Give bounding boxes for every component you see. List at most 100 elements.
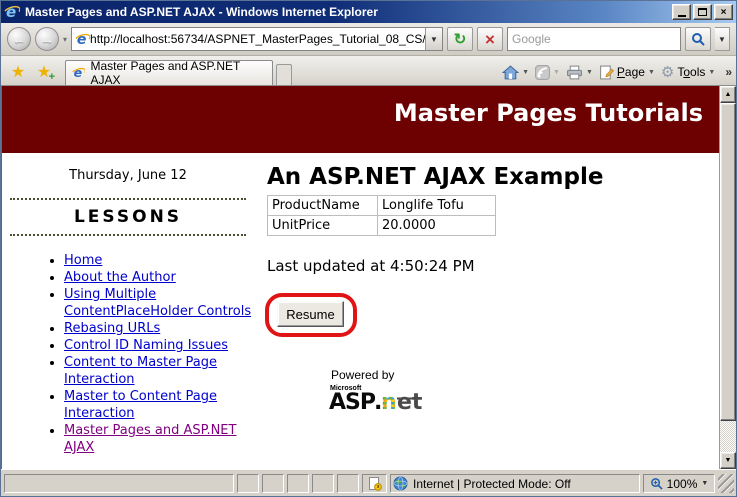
chevron-down-icon: ▼ [430,34,438,44]
more-buttons-icon[interactable]: » [725,65,732,79]
add-favorite-button[interactable]: ★ + [31,60,57,84]
history-dropdown-icon[interactable]: ▾ [63,35,67,44]
print-icon[interactable] [566,65,583,80]
list-item: Control ID Naming Issues [64,337,254,354]
scroll-down-button[interactable]: ▼ [720,452,736,469]
print-dropdown-icon[interactable]: ▼ [586,69,593,76]
sidebar-link-home[interactable]: Home [64,253,102,268]
powered-by-label: Powered by [331,368,395,382]
sidebar: Thursday, June 12 LESSONS Home About the… [2,153,254,469]
stop-button[interactable]: × [477,27,504,51]
zoom-dropdown-icon[interactable]: ▼ [701,480,708,487]
table-cell: Longlife Tofu [377,195,496,216]
sidebar-link-about-author[interactable]: About the Author [64,270,176,285]
security-zone-cell: Internet | Protected Mode: Off [390,474,640,493]
page-icon[interactable] [599,65,614,80]
favorites-center-button[interactable]: ★ [5,60,31,84]
search-options-dropdown[interactable]: ▼ [715,27,730,51]
scrollbar-track[interactable] [720,103,736,452]
page-menu-button[interactable]: Page [617,65,645,79]
last-updated-label: Last updated at 4:50:24 PM [267,257,475,275]
tools-menu-button[interactable]: Tools [677,65,705,79]
table-cell: 20.0000 [377,215,496,236]
resize-grip[interactable] [718,474,734,493]
page-dropdown-icon[interactable]: ▼ [648,69,655,76]
list-item: Home [64,252,254,269]
title-bar: e Master Pages and ASP.NET AJAX - Window… [1,1,736,23]
web-page: Master Pages Tutorials Thursday, June 12… [2,86,719,469]
plus-icon: + [48,71,55,83]
list-item: Using Multiple ContentPlaceHolder Contro… [64,286,254,320]
address-field: e ▼ [71,27,444,51]
new-tab-button[interactable] [276,64,292,85]
scrollbar-thumb[interactable] [720,103,736,421]
maximize-button[interactable] [693,4,712,20]
tab-bar: ★ ★ + e Master Pages and ASP.NET AJAX ▼ ▼ [1,56,736,87]
url-dropdown-button[interactable]: ▼ [425,28,443,50]
security-zone-label: Internet | Protected Mode: Off [413,476,571,491]
feeds-icon[interactable] [535,64,551,80]
close-button[interactable]: × [714,4,733,20]
tools-gear-icon[interactable]: ⚙ [661,63,674,81]
refresh-icon: ↻ [453,31,467,48]
svg-text:ASP: ASP [329,390,376,412]
zoom-magnifier-icon [650,478,663,490]
page-alert-icon [368,476,382,491]
url-input[interactable] [90,28,426,50]
list-item: Master to Content Page Interaction [64,388,254,422]
home-icon[interactable] [502,64,520,80]
home-dropdown-icon[interactable]: ▼ [522,69,529,76]
lessons-heading: LESSONS [73,207,183,227]
sidebar-link-master-to-content[interactable]: Master to Content Page Interaction [64,389,217,421]
scroll-up-button[interactable]: ▲ [720,86,736,103]
main-content: An ASP.NET AJAX Example ProductName Long… [254,153,719,469]
tab-active[interactable]: e Master Pages and ASP.NET AJAX [65,59,273,87]
forward-arrow-icon: → [40,31,54,47]
vertical-scrollbar[interactable]: ▲ ▼ [719,86,736,469]
page-title: An ASP.NET AJAX Example [267,164,604,190]
minimize-icon [677,15,686,17]
table-row: UnitPrice 20.0000 [267,215,496,236]
page-viewport: Master Pages Tutorials Thursday, June 12… [1,86,736,469]
maximize-icon [698,8,707,16]
triangle-down-icon: ▼ [724,457,732,464]
sidebar-link-content-to-master[interactable]: Content to Master Page Interaction [64,355,217,387]
ie-favicon: e [72,66,86,80]
chevron-down-icon: ▼ [718,34,726,44]
status-bar: Internet | Protected Mode: Off 100% ▼ [1,469,736,496]
search-input[interactable] [508,32,680,46]
tools-dropdown-icon[interactable]: ▼ [708,69,715,76]
stop-icon: × [485,29,495,49]
site-banner: Master Pages Tutorials [2,86,719,153]
browser-window: e Master Pages and ASP.NET AJAX - Window… [0,0,737,497]
list-item: Content to Master Page Interaction [64,354,254,388]
address-bar: ← → ▾ e ▼ ↻ × ▼ [1,23,736,56]
product-table: ProductName Longlife Tofu UnitPrice 20.0… [267,195,496,236]
resume-button[interactable]: Resume [277,301,344,327]
forward-button[interactable]: → [35,27,59,51]
search-box [507,27,681,51]
lessons-heading-box: LESSONS [10,198,246,236]
sidebar-link-control-id-naming[interactable]: Control ID Naming Issues [64,338,228,353]
date-label: Thursday, June 12 [69,168,187,183]
minimize-button[interactable] [672,4,691,20]
close-icon: × [720,6,727,18]
search-button[interactable] [685,27,711,51]
search-icon [692,33,705,46]
status-cell [287,474,309,493]
sidebar-link-masterpages-ajax[interactable]: Master Pages and ASP.NET AJAX [64,423,236,455]
list-item: About the Author [64,269,254,286]
sidebar-link-rebasing-urls[interactable]: Rebasing URLs [64,321,160,336]
sidebar-link-multiple-contentplaceholder[interactable]: Using Multiple ContentPlaceHolder Contro… [64,287,251,319]
status-cell [337,474,359,493]
refresh-button[interactable]: ↻ [447,27,474,51]
svg-text:n: n [381,390,397,412]
aspnet-logo: Powered by Microsoft ASP . n et [329,368,719,416]
zoom-control[interactable]: 100% ▼ [643,474,715,493]
back-button[interactable]: ← [7,27,31,51]
status-cell [237,474,259,493]
table-cell: ProductName [267,195,378,216]
table-row: ProductName Longlife Tofu [267,195,496,216]
command-bar: ▼ ▼ ▼ Page ▼ ⚙ Tools ▼ » [502,63,732,85]
status-message-cell [4,474,234,493]
